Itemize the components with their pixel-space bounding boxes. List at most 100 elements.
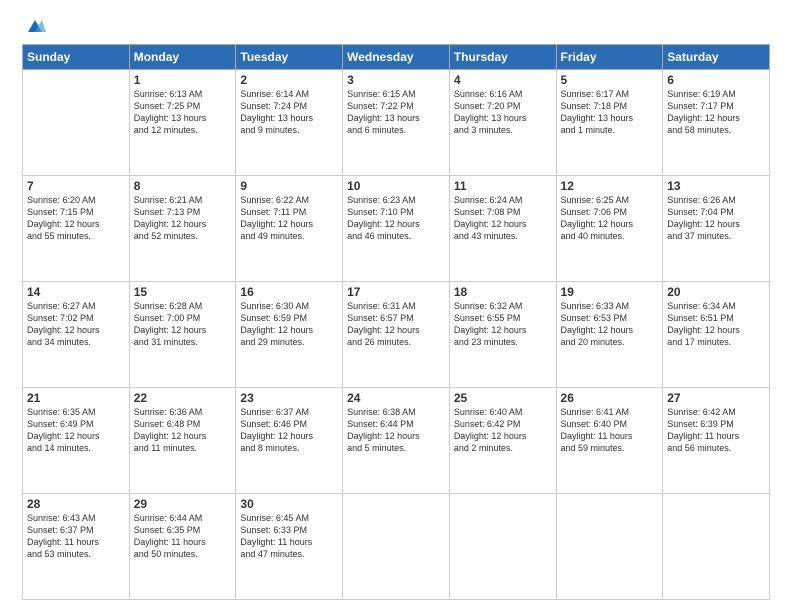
day-info: Sunrise: 6:42 AMSunset: 6:39 PMDaylight:… bbox=[667, 406, 765, 455]
calendar-cell: 15Sunrise: 6:28 AMSunset: 7:00 PMDayligh… bbox=[129, 282, 236, 388]
calendar-cell: 29Sunrise: 6:44 AMSunset: 6:35 PMDayligh… bbox=[129, 494, 236, 600]
day-info: Sunrise: 6:25 AMSunset: 7:06 PMDaylight:… bbox=[561, 194, 659, 243]
day-info: Sunrise: 6:43 AMSunset: 6:37 PMDaylight:… bbox=[27, 512, 125, 561]
day-info: Sunrise: 6:33 AMSunset: 6:53 PMDaylight:… bbox=[561, 300, 659, 349]
day-info: Sunrise: 6:14 AMSunset: 7:24 PMDaylight:… bbox=[240, 88, 338, 137]
day-number: 22 bbox=[134, 391, 232, 405]
day-info: Sunrise: 6:15 AMSunset: 7:22 PMDaylight:… bbox=[347, 88, 445, 137]
calendar-cell: 18Sunrise: 6:32 AMSunset: 6:55 PMDayligh… bbox=[449, 282, 556, 388]
calendar-week-row: 1Sunrise: 6:13 AMSunset: 7:25 PMDaylight… bbox=[23, 70, 770, 176]
calendar-cell: 3Sunrise: 6:15 AMSunset: 7:22 PMDaylight… bbox=[343, 70, 450, 176]
calendar-cell bbox=[343, 494, 450, 600]
calendar-cell bbox=[449, 494, 556, 600]
day-info: Sunrise: 6:35 AMSunset: 6:49 PMDaylight:… bbox=[27, 406, 125, 455]
calendar-cell: 8Sunrise: 6:21 AMSunset: 7:13 PMDaylight… bbox=[129, 176, 236, 282]
calendar-cell: 25Sunrise: 6:40 AMSunset: 6:42 PMDayligh… bbox=[449, 388, 556, 494]
day-info: Sunrise: 6:32 AMSunset: 6:55 PMDaylight:… bbox=[454, 300, 552, 349]
weekday-header-row: Sunday Monday Tuesday Wednesday Thursday… bbox=[23, 45, 770, 70]
calendar-cell: 30Sunrise: 6:45 AMSunset: 6:33 PMDayligh… bbox=[236, 494, 343, 600]
day-number: 14 bbox=[27, 285, 125, 299]
day-info: Sunrise: 6:38 AMSunset: 6:44 PMDaylight:… bbox=[347, 406, 445, 455]
header-saturday: Saturday bbox=[663, 45, 770, 70]
day-number: 15 bbox=[134, 285, 232, 299]
day-info: Sunrise: 6:24 AMSunset: 7:08 PMDaylight:… bbox=[454, 194, 552, 243]
day-number: 10 bbox=[347, 179, 445, 193]
header-monday: Monday bbox=[129, 45, 236, 70]
calendar-cell: 19Sunrise: 6:33 AMSunset: 6:53 PMDayligh… bbox=[556, 282, 663, 388]
calendar-cell: 6Sunrise: 6:19 AMSunset: 7:17 PMDaylight… bbox=[663, 70, 770, 176]
day-info: Sunrise: 6:22 AMSunset: 7:11 PMDaylight:… bbox=[240, 194, 338, 243]
calendar-cell: 27Sunrise: 6:42 AMSunset: 6:39 PMDayligh… bbox=[663, 388, 770, 494]
calendar-cell: 5Sunrise: 6:17 AMSunset: 7:18 PMDaylight… bbox=[556, 70, 663, 176]
calendar-cell: 22Sunrise: 6:36 AMSunset: 6:48 PMDayligh… bbox=[129, 388, 236, 494]
day-info: Sunrise: 6:19 AMSunset: 7:17 PMDaylight:… bbox=[667, 88, 765, 137]
day-number: 27 bbox=[667, 391, 765, 405]
day-info: Sunrise: 6:34 AMSunset: 6:51 PMDaylight:… bbox=[667, 300, 765, 349]
day-number: 21 bbox=[27, 391, 125, 405]
calendar-cell: 4Sunrise: 6:16 AMSunset: 7:20 PMDaylight… bbox=[449, 70, 556, 176]
calendar-cell bbox=[23, 70, 130, 176]
day-info: Sunrise: 6:31 AMSunset: 6:57 PMDaylight:… bbox=[347, 300, 445, 349]
calendar-cell: 14Sunrise: 6:27 AMSunset: 7:02 PMDayligh… bbox=[23, 282, 130, 388]
calendar-cell: 24Sunrise: 6:38 AMSunset: 6:44 PMDayligh… bbox=[343, 388, 450, 494]
day-number: 11 bbox=[454, 179, 552, 193]
day-number: 6 bbox=[667, 73, 765, 87]
day-number: 3 bbox=[347, 73, 445, 87]
calendar-cell bbox=[663, 494, 770, 600]
header-thursday: Thursday bbox=[449, 45, 556, 70]
day-number: 9 bbox=[240, 179, 338, 193]
day-info: Sunrise: 6:27 AMSunset: 7:02 PMDaylight:… bbox=[27, 300, 125, 349]
day-number: 18 bbox=[454, 285, 552, 299]
day-number: 7 bbox=[27, 179, 125, 193]
calendar-cell: 21Sunrise: 6:35 AMSunset: 6:49 PMDayligh… bbox=[23, 388, 130, 494]
day-info: Sunrise: 6:23 AMSunset: 7:10 PMDaylight:… bbox=[347, 194, 445, 243]
calendar-cell: 28Sunrise: 6:43 AMSunset: 6:37 PMDayligh… bbox=[23, 494, 130, 600]
day-number: 20 bbox=[667, 285, 765, 299]
day-number: 16 bbox=[240, 285, 338, 299]
calendar-cell: 20Sunrise: 6:34 AMSunset: 6:51 PMDayligh… bbox=[663, 282, 770, 388]
day-info: Sunrise: 6:21 AMSunset: 7:13 PMDaylight:… bbox=[134, 194, 232, 243]
day-info: Sunrise: 6:28 AMSunset: 7:00 PMDaylight:… bbox=[134, 300, 232, 349]
header bbox=[22, 18, 770, 36]
calendar-cell: 23Sunrise: 6:37 AMSunset: 6:46 PMDayligh… bbox=[236, 388, 343, 494]
day-number: 2 bbox=[240, 73, 338, 87]
day-number: 26 bbox=[561, 391, 659, 405]
day-info: Sunrise: 6:20 AMSunset: 7:15 PMDaylight:… bbox=[27, 194, 125, 243]
calendar-cell: 11Sunrise: 6:24 AMSunset: 7:08 PMDayligh… bbox=[449, 176, 556, 282]
day-info: Sunrise: 6:41 AMSunset: 6:40 PMDaylight:… bbox=[561, 406, 659, 455]
day-number: 4 bbox=[454, 73, 552, 87]
calendar-cell: 10Sunrise: 6:23 AMSunset: 7:10 PMDayligh… bbox=[343, 176, 450, 282]
day-number: 30 bbox=[240, 497, 338, 511]
day-info: Sunrise: 6:17 AMSunset: 7:18 PMDaylight:… bbox=[561, 88, 659, 137]
calendar-cell: 17Sunrise: 6:31 AMSunset: 6:57 PMDayligh… bbox=[343, 282, 450, 388]
calendar-week-row: 7Sunrise: 6:20 AMSunset: 7:15 PMDaylight… bbox=[23, 176, 770, 282]
calendar-week-row: 14Sunrise: 6:27 AMSunset: 7:02 PMDayligh… bbox=[23, 282, 770, 388]
day-number: 19 bbox=[561, 285, 659, 299]
day-info: Sunrise: 6:44 AMSunset: 6:35 PMDaylight:… bbox=[134, 512, 232, 561]
calendar-cell: 7Sunrise: 6:20 AMSunset: 7:15 PMDaylight… bbox=[23, 176, 130, 282]
day-info: Sunrise: 6:26 AMSunset: 7:04 PMDaylight:… bbox=[667, 194, 765, 243]
calendar-cell: 12Sunrise: 6:25 AMSunset: 7:06 PMDayligh… bbox=[556, 176, 663, 282]
calendar-cell bbox=[556, 494, 663, 600]
day-number: 13 bbox=[667, 179, 765, 193]
header-sunday: Sunday bbox=[23, 45, 130, 70]
day-number: 23 bbox=[240, 391, 338, 405]
calendar-cell: 13Sunrise: 6:26 AMSunset: 7:04 PMDayligh… bbox=[663, 176, 770, 282]
day-number: 24 bbox=[347, 391, 445, 405]
calendar-page: Sunday Monday Tuesday Wednesday Thursday… bbox=[0, 0, 792, 612]
calendar-cell: 26Sunrise: 6:41 AMSunset: 6:40 PMDayligh… bbox=[556, 388, 663, 494]
day-number: 17 bbox=[347, 285, 445, 299]
header-tuesday: Tuesday bbox=[236, 45, 343, 70]
calendar-week-row: 28Sunrise: 6:43 AMSunset: 6:37 PMDayligh… bbox=[23, 494, 770, 600]
calendar-week-row: 21Sunrise: 6:35 AMSunset: 6:49 PMDayligh… bbox=[23, 388, 770, 494]
calendar-cell: 9Sunrise: 6:22 AMSunset: 7:11 PMDaylight… bbox=[236, 176, 343, 282]
calendar-cell: 16Sunrise: 6:30 AMSunset: 6:59 PMDayligh… bbox=[236, 282, 343, 388]
header-wednesday: Wednesday bbox=[343, 45, 450, 70]
day-number: 1 bbox=[134, 73, 232, 87]
calendar-cell: 2Sunrise: 6:14 AMSunset: 7:24 PMDaylight… bbox=[236, 70, 343, 176]
day-number: 29 bbox=[134, 497, 232, 511]
day-info: Sunrise: 6:40 AMSunset: 6:42 PMDaylight:… bbox=[454, 406, 552, 455]
logo bbox=[22, 18, 46, 36]
header-friday: Friday bbox=[556, 45, 663, 70]
day-info: Sunrise: 6:37 AMSunset: 6:46 PMDaylight:… bbox=[240, 406, 338, 455]
